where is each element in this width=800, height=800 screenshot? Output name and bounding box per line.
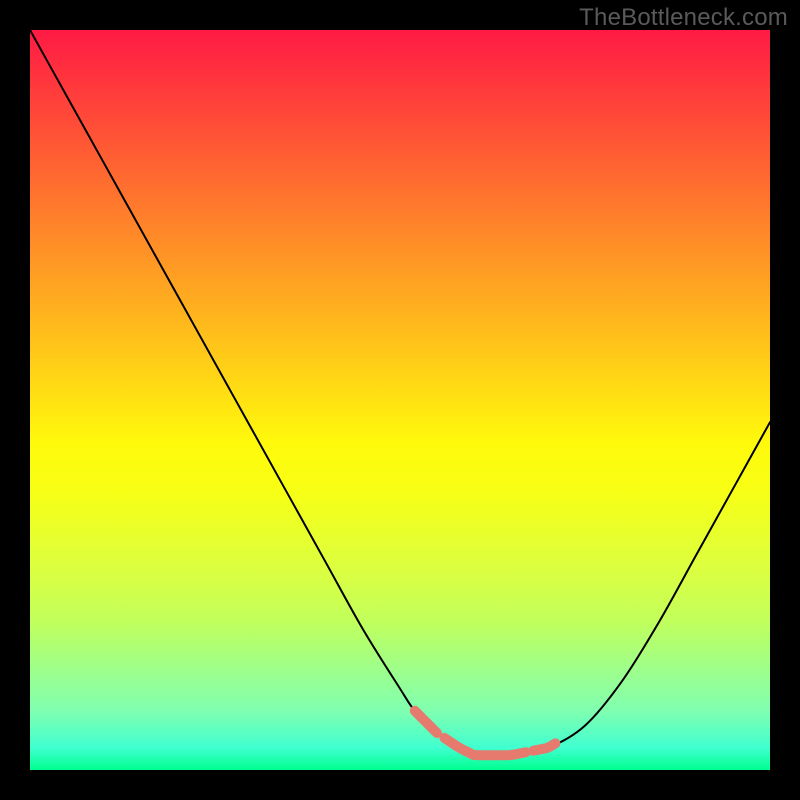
watermark-text: TheBottleneck.com — [579, 4, 788, 32]
highlight-segment-flat — [444, 738, 525, 755]
highlight-segment-left — [415, 711, 437, 733]
bottleneck-curve — [30, 30, 770, 756]
bottleneck-curve-svg — [30, 30, 770, 770]
plot-area — [30, 30, 770, 770]
highlight-segment-right — [533, 743, 555, 750]
